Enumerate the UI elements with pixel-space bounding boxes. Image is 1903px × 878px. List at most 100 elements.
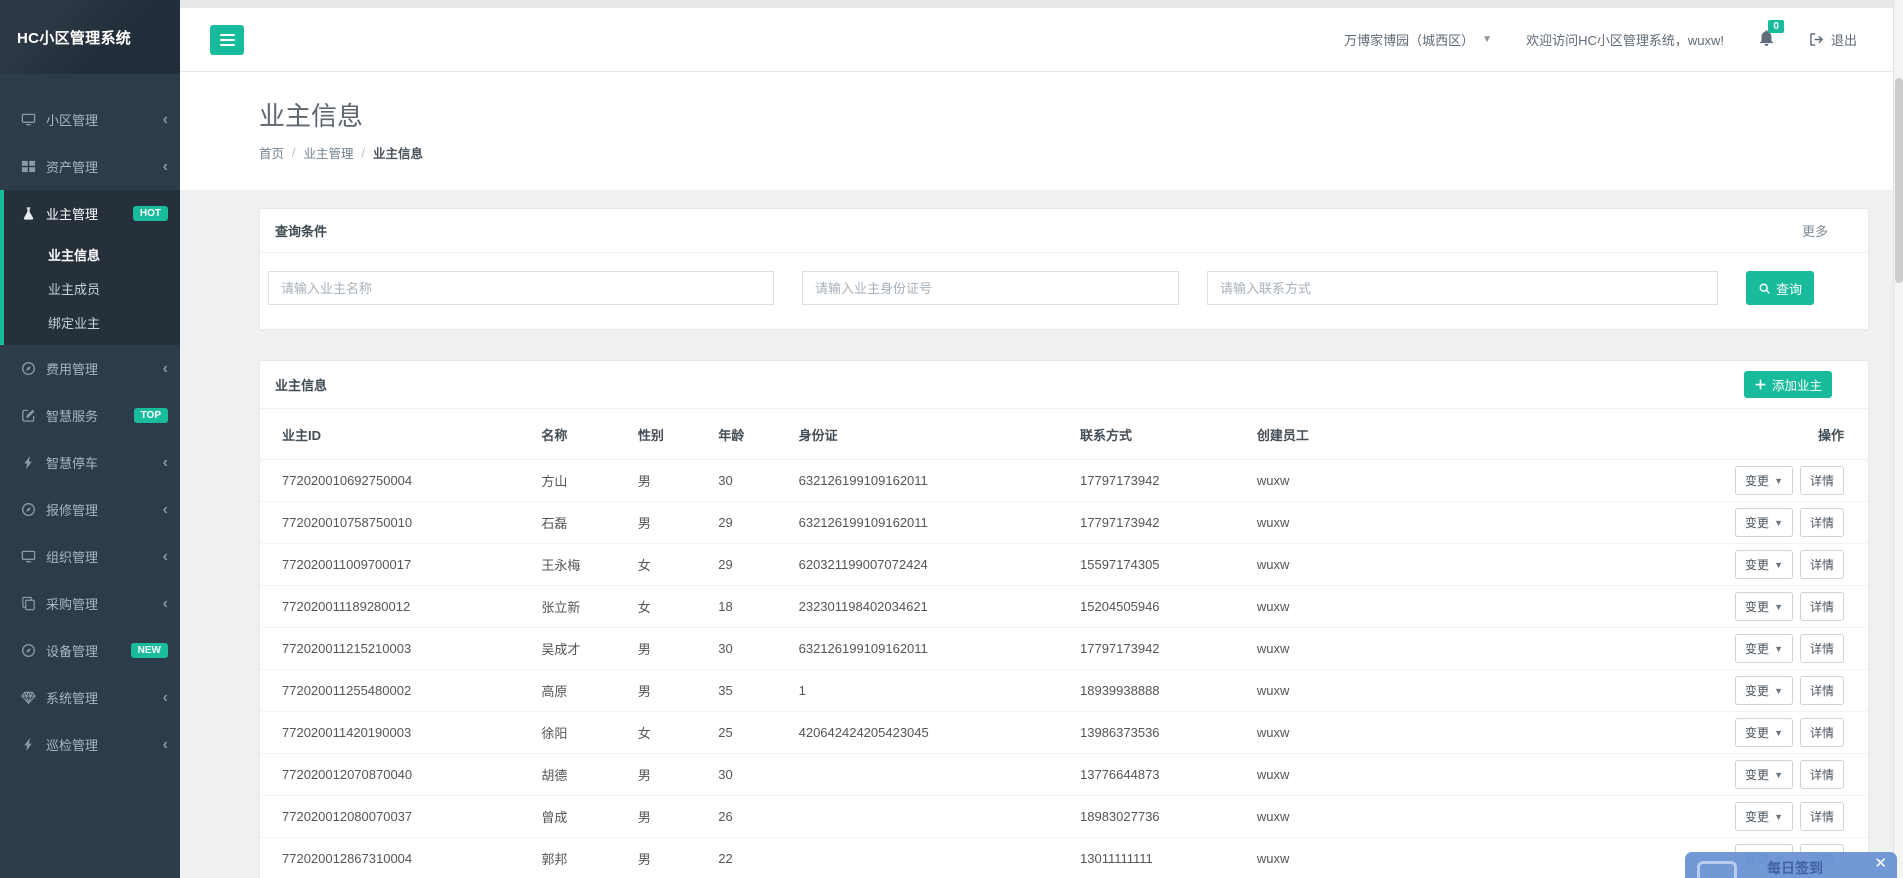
sidebar-item-smart-parking[interactable]: 智慧停车 ‹ [0, 439, 180, 486]
breadcrumb-section[interactable]: 业主管理 [304, 143, 354, 162]
grid-icon [20, 159, 36, 175]
add-owner-button[interactable]: 添加业主 [1744, 371, 1832, 398]
cell-name: 徐阳 [533, 712, 629, 754]
cell-creator: wuxw [1249, 754, 1482, 796]
cell-gender: 男 [630, 754, 710, 796]
cell-idcard: 632126199109162011 [791, 460, 1072, 502]
cell-name: 吴成才 [533, 628, 629, 670]
cell-phone: 18983027736 [1072, 796, 1249, 838]
sidebar-item-repair-mgmt[interactable]: 报修管理 ‹ [0, 486, 180, 533]
change-button[interactable]: 变更 ▼ [1735, 802, 1793, 831]
table-row: 772020010758750010石磊男2963212619910916201… [260, 502, 1868, 544]
cell-actions: 变更▼ 详情 [1482, 670, 1868, 712]
cell-creator: wuxw [1249, 796, 1482, 838]
detail-label: 详情 [1810, 472, 1834, 489]
document-icon [1697, 861, 1737, 878]
table-row: 772020010692750004方山男3063212619910916201… [260, 460, 1868, 502]
change-button[interactable]: 变更▼ [1735, 634, 1793, 663]
sidebar-item-inspection-mgmt[interactable]: 巡检管理 ‹ [0, 721, 180, 768]
owner-table-header: 业主信息 添加业主 [260, 361, 1868, 409]
detail-button[interactable]: 详情 [1800, 634, 1844, 663]
owner-name-input[interactable] [268, 271, 774, 305]
change-button[interactable]: 变更▼ [1735, 466, 1793, 495]
cell-creator: wuxw [1249, 502, 1482, 544]
cell-actions: 变更 ▼ 详情 [1482, 796, 1868, 838]
menu-icon[interactable] [210, 25, 244, 55]
detail-label: 详情 [1810, 640, 1834, 657]
sidebar-item-purchase-mgmt[interactable]: 采购管理 ‹ [0, 580, 180, 627]
change-label: 变更 [1745, 808, 1769, 825]
owner-idcard-input[interactable] [802, 271, 1179, 305]
change-button[interactable]: 变更▼ [1735, 550, 1793, 579]
cell-age: 26 [710, 796, 790, 838]
flask-icon [20, 206, 36, 222]
breadcrumb-home[interactable]: 首页 [259, 143, 284, 162]
sidebar-item-community-mgmt[interactable]: 小区管理 ‹ [0, 96, 180, 143]
search-button[interactable]: 查询 [1746, 271, 1814, 305]
notification-bell-icon[interactable]: 0 [1758, 30, 1775, 50]
cell-age: 30 [710, 754, 790, 796]
page-title: 业主信息 [259, 96, 1824, 133]
scrollbar-thumb[interactable] [1895, 78, 1903, 283]
cell-phone: 18939938888 [1072, 670, 1249, 712]
community-dropdown[interactable]: 万博家博园（城西区） ▼ [1344, 30, 1492, 49]
col-creator: 创建员工 [1249, 409, 1482, 460]
sidebar-item-device-mgmt[interactable]: 设备管理 NEW [0, 627, 180, 674]
sidebar-item-org-mgmt[interactable]: 组织管理 ‹ [0, 533, 180, 580]
cell-age: 29 [710, 502, 790, 544]
change-button[interactable]: 变更▼ [1735, 592, 1793, 621]
caret-down-icon: ▼ [1774, 812, 1783, 822]
change-button[interactable]: 变更▼ [1735, 508, 1793, 537]
sidebar-item-owner-mgmt[interactable]: 业主管理 HOT [4, 190, 180, 237]
sidebar-item-fee-mgmt[interactable]: 费用管理 ‹ [0, 345, 180, 392]
change-button[interactable]: 变更▼ [1735, 760, 1793, 789]
detail-button[interactable]: 详情 [1800, 592, 1844, 621]
logout-button[interactable]: 退出 [1809, 30, 1857, 49]
change-button[interactable]: 变更▼ [1735, 676, 1793, 705]
cell-phone: 17797173942 [1072, 502, 1249, 544]
detail-button[interactable]: 详情 [1800, 676, 1844, 705]
chevron-left-icon: ‹ [163, 361, 168, 377]
caret-down-icon: ▼ [1774, 770, 1783, 780]
cell-owner-id: 772020012867310004 [260, 838, 533, 878]
change-button[interactable]: 变更▼ [1735, 718, 1793, 747]
table-header-row: 业主ID 名称 性别 年龄 身份证 联系方式 创建员工 操作 [260, 409, 1868, 460]
chevron-left-icon: ‹ [163, 690, 168, 706]
logout-icon [1809, 32, 1824, 47]
close-icon[interactable]: ✕ [1874, 856, 1887, 871]
sidebar-item-system-mgmt[interactable]: 系统管理 ‹ [0, 674, 180, 721]
more-link[interactable]: 更多 [1802, 221, 1828, 240]
detail-button[interactable]: 详情 [1800, 760, 1844, 789]
sidebar-item-owner-info[interactable]: 业主信息 [4, 237, 180, 271]
cell-owner-id: 772020011189280012 [260, 586, 533, 628]
sidebar-group-owner-mgmt: 业主管理 HOT 业主信息 业主成员 绑定业主 [0, 190, 180, 345]
detail-button[interactable]: 详情 [1800, 718, 1844, 747]
detail-label: 详情 [1810, 682, 1834, 699]
cell-phone: 13011111111 [1072, 838, 1249, 878]
sidebar-item-asset-mgmt[interactable]: 资产管理 ‹ [0, 143, 180, 190]
detail-button[interactable]: 详情 [1800, 550, 1844, 579]
sidebar-item-bind-owner[interactable]: 绑定业主 [4, 305, 180, 339]
col-gender: 性别 [630, 409, 710, 460]
detail-button[interactable]: 详情 [1800, 466, 1844, 495]
community-name: 万博家博园（城西区） [1344, 30, 1474, 49]
cell-name: 曾成 [533, 796, 629, 838]
cell-owner-id: 772020011009700017 [260, 544, 533, 586]
sidebar-item-owner-members[interactable]: 业主成员 [4, 271, 180, 305]
detail-button[interactable]: 详情 [1800, 802, 1844, 831]
content-body: 查询条件 更多 查询 业主信息 添加业主 [180, 190, 1903, 878]
cell-age: 29 [710, 544, 790, 586]
scrollbar-track[interactable] [1893, 0, 1903, 878]
owner-phone-input[interactable] [1207, 271, 1718, 305]
col-idcard: 身份证 [791, 409, 1072, 460]
chevron-left-icon: ‹ [163, 159, 168, 175]
breadcrumb-separator: / [292, 146, 295, 160]
detail-button[interactable]: 详情 [1800, 508, 1844, 537]
sidebar-item-smart-service[interactable]: 智慧服务 TOP [0, 392, 180, 439]
sidebar-item-label: 智慧停车 [46, 453, 157, 472]
cell-phone: 13776644873 [1072, 754, 1249, 796]
cell-age: 30 [710, 628, 790, 670]
cell-creator: wuxw [1249, 628, 1482, 670]
cell-creator: wuxw [1249, 838, 1482, 878]
cell-actions: 变更▼ 详情 [1482, 460, 1868, 502]
